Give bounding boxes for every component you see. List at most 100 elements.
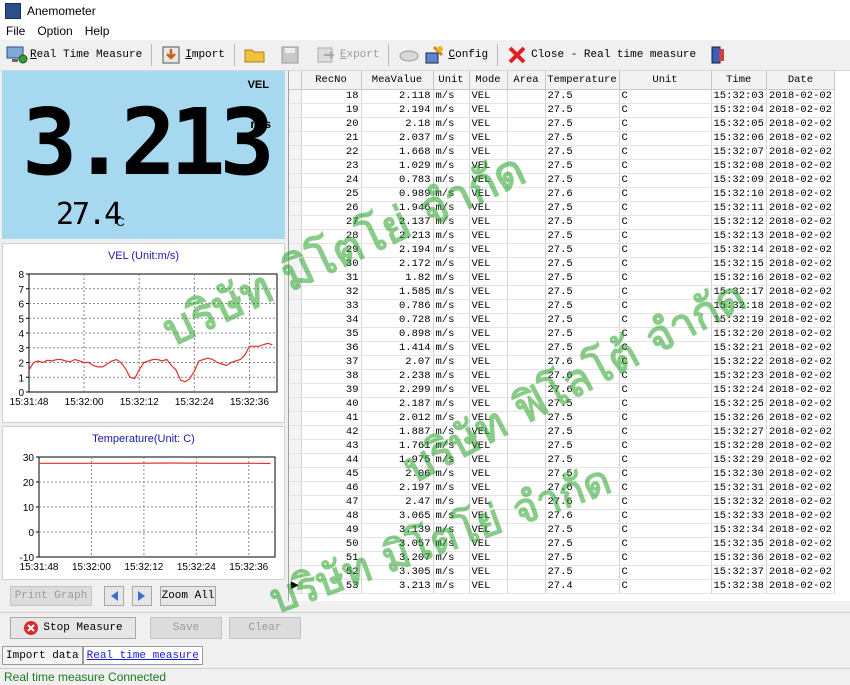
row-indicator[interactable] <box>289 481 302 496</box>
tab-real-time-measure[interactable]: Real time measure <box>82 646 203 665</box>
table-row[interactable]: 30 2.172 m/s VEL 27.5 C 15:32:15 2018-02-02 <box>289 257 835 272</box>
row-indicator[interactable] <box>289 369 302 384</box>
table-row[interactable]: 22 1.668 m/s VEL 27.5 C 15:32:07 2018-02-02 <box>289 145 835 160</box>
row-indicator[interactable] <box>289 439 302 454</box>
table-row[interactable]: 46 2.197 m/s VEL 27.6 C 15:32:31 2018-02-02 <box>289 481 835 496</box>
table-row[interactable]: 47 2.47 m/s VEL 27.6 C 15:32:32 2018-02-02 <box>289 495 835 510</box>
table-row[interactable]: 21 2.037 m/s VEL 27.5 C 15:32:06 2018-02-02 <box>289 131 835 146</box>
table-row[interactable]: 37 2.07 m/s VEL 27.6 C 15:32:22 2018-02-02 <box>289 355 835 370</box>
menu-file[interactable]: File <box>0 24 31 38</box>
row-indicator[interactable] <box>289 187 302 202</box>
exit-button[interactable] <box>702 42 738 68</box>
column-header[interactable]: MeaValue <box>361 71 434 90</box>
row-indicator[interactable] <box>289 271 302 286</box>
table-row[interactable]: 36 1.414 m/s VEL 27.5 C 15:32:21 2018-02-02 <box>289 341 835 356</box>
row-indicator[interactable] <box>289 537 302 552</box>
table-row[interactable]: 45 2.06 m/s VEL 27.5 C 15:32:30 2018-02-02 <box>289 467 835 482</box>
table-row[interactable]: 26 1.946 m/s VEL 27.5 C 15:32:11 2018-02-02 <box>289 201 835 216</box>
row-indicator[interactable] <box>289 523 302 538</box>
table-row[interactable]: 41 2.012 m/s VEL 27.5 C 15:32:26 2018-02-02 <box>289 411 835 426</box>
row-indicator[interactable] <box>289 425 302 440</box>
save-disk-button[interactable] <box>274 42 310 68</box>
table-row[interactable]: 48 3.065 m/s VEL 27.6 C 15:32:33 2018-02-02 <box>289 509 835 524</box>
table-row[interactable]: 50 3.057 m/s VEL 27.5 C 15:32:35 2018-02-02 <box>289 537 835 552</box>
row-indicator[interactable] <box>289 327 302 342</box>
column-header[interactable]: Date <box>766 71 835 90</box>
close-real-time-button[interactable]: Close - Real time measure <box>501 42 702 68</box>
menu-help[interactable]: Help <box>79 24 116 38</box>
row-indicator[interactable] <box>289 495 302 510</box>
table-row[interactable]: 39 2.299 m/s VEL 27.6 C 15:32:24 2018-02-02 <box>289 383 835 398</box>
row-indicator[interactable] <box>289 355 302 370</box>
column-header[interactable]: Time <box>711 71 767 90</box>
table-row[interactable]: 27 2.137 m/s VEL 27.5 C 15:32:12 2018-02-02 <box>289 215 835 230</box>
save-button[interactable]: Save <box>150 617 222 639</box>
table-row[interactable]: 51 3.207 m/s VEL 27.5 C 15:32:36 2018-02-02 <box>289 551 835 566</box>
row-indicator[interactable] <box>289 341 302 356</box>
table-row[interactable]: 29 2.194 m/s VEL 27.5 C 15:32:14 2018-02-02 <box>289 243 835 258</box>
clear-button[interactable]: Clear <box>229 617 301 639</box>
table-row[interactable]: 52 3.305 m/s VEL 27.5 C 15:32:37 2018-02-02 <box>289 565 835 580</box>
row-indicator[interactable] <box>289 509 302 524</box>
table-row[interactable]: 43 1.761 m/s VEL 27.5 C 15:32:28 2018-02-02 <box>289 439 835 454</box>
table-row[interactable]: 31 1.82 m/s VEL 27.5 C 15:32:16 2018-02-02 <box>289 271 835 286</box>
row-indicator[interactable] <box>289 397 302 412</box>
export-button[interactable]: Export <box>310 42 386 68</box>
table-row[interactable]: 25 0.989 m/s VEL 27.6 C 15:32:10 2018-02-02 <box>289 187 835 202</box>
zoom-all-button[interactable]: Zoom All <box>160 586 216 606</box>
row-indicator[interactable] <box>289 89 302 104</box>
table-row[interactable]: 18 2.118 m/s VEL 27.5 C 15:32:03 2018-02-02 <box>289 89 835 104</box>
table-row[interactable]: 49 3.139 m/s VEL 27.5 C 15:32:34 2018-02-02 <box>289 523 835 538</box>
row-indicator[interactable] <box>289 299 302 314</box>
table-row[interactable]: 23 1.029 m/s VEL 27.5 C 15:32:08 2018-02-02 <box>289 159 835 174</box>
row-indicator[interactable] <box>289 565 302 580</box>
row-indicator[interactable] <box>289 313 302 328</box>
row-indicator[interactable] <box>289 243 302 258</box>
row-indicator[interactable] <box>289 453 302 468</box>
row-indicator[interactable] <box>289 257 302 272</box>
row-indicator[interactable] <box>289 229 302 244</box>
row-indicator[interactable] <box>289 215 302 230</box>
row-indicator[interactable]: ▶ <box>289 579 302 594</box>
table-row[interactable]: 33 0.786 m/s VEL 27.5 C 15:32:18 2018-02-02 <box>289 299 835 314</box>
column-header[interactable]: Unit <box>433 71 470 90</box>
print-graph-button[interactable]: Print Graph <box>10 586 92 606</box>
table-row[interactable]: 42 1.887 m/s VEL 27.5 C 15:32:27 2018-02-02 <box>289 425 835 440</box>
table-row[interactable]: 28 2.213 m/s VEL 27.5 C 15:32:13 2018-02-02 <box>289 229 835 244</box>
row-indicator[interactable] <box>289 131 302 146</box>
row-indicator[interactable] <box>289 201 302 216</box>
table-row[interactable]: 35 0.898 m/s VEL 27.5 C 15:32:20 2018-02-02 <box>289 327 835 342</box>
scroll-left-button[interactable] <box>104 586 124 606</box>
config-button[interactable]: Config <box>392 42 494 68</box>
row-indicator[interactable] <box>289 173 302 188</box>
row-indicator[interactable] <box>289 411 302 426</box>
row-indicator[interactable] <box>289 159 302 174</box>
column-header[interactable]: Temperature <box>545 71 620 90</box>
row-indicator[interactable] <box>289 551 302 566</box>
table-row[interactable]: 34 0.728 m/s VEL 27.5 C 15:32:19 2018-02-02 <box>289 313 835 328</box>
table-row[interactable]: 40 2.187 m/s VEL 27.5 C 15:32:25 2018-02-02 <box>289 397 835 412</box>
table-row[interactable]: 38 2.238 m/s VEL 27.6 C 15:32:23 2018-02-02 <box>289 369 835 384</box>
import-button[interactable]: Import <box>155 42 231 68</box>
table-row[interactable]: 19 2.194 m/s VEL 27.5 C 15:32:04 2018-02-02 <box>289 103 835 118</box>
table-row[interactable]: ▶ 53 3.213 m/s VEL 27.4 C 15:32:38 2018-02-02 <box>289 579 835 594</box>
column-header[interactable]: Area <box>507 71 546 90</box>
real-time-measure-button[interactable]: Real Time Measure <box>0 42 148 68</box>
data-table-container[interactable]: RecNo MeaValue Unit Mode Area Temperature Unit… <box>288 71 850 601</box>
table-row[interactable]: 24 0.783 m/s VEL 27.5 C 15:32:09 2018-02-02 <box>289 173 835 188</box>
row-indicator[interactable] <box>289 117 302 132</box>
row-indicator[interactable] <box>289 383 302 398</box>
table-row[interactable]: 44 1.975 m/s VEL 27.5 C 15:32:29 2018-02-02 <box>289 453 835 468</box>
column-header[interactable]: RecNo <box>301 71 362 90</box>
row-indicator[interactable] <box>289 145 302 160</box>
row-indicator[interactable] <box>289 467 302 482</box>
menu-option[interactable]: Option <box>31 24 78 38</box>
table-row[interactable]: 32 1.585 m/s VEL 27.5 C 15:32:17 2018-02-02 <box>289 285 835 300</box>
open-folder-button[interactable] <box>238 42 274 68</box>
scroll-right-button[interactable] <box>132 586 152 606</box>
table-row[interactable]: 20 2.18 m/s VEL 27.5 C 15:32:05 2018-02-02 <box>289 117 835 132</box>
row-indicator[interactable] <box>289 285 302 300</box>
column-header[interactable]: Unit <box>619 71 712 90</box>
column-header[interactable]: Mode <box>469 71 508 90</box>
row-indicator[interactable] <box>289 103 302 118</box>
